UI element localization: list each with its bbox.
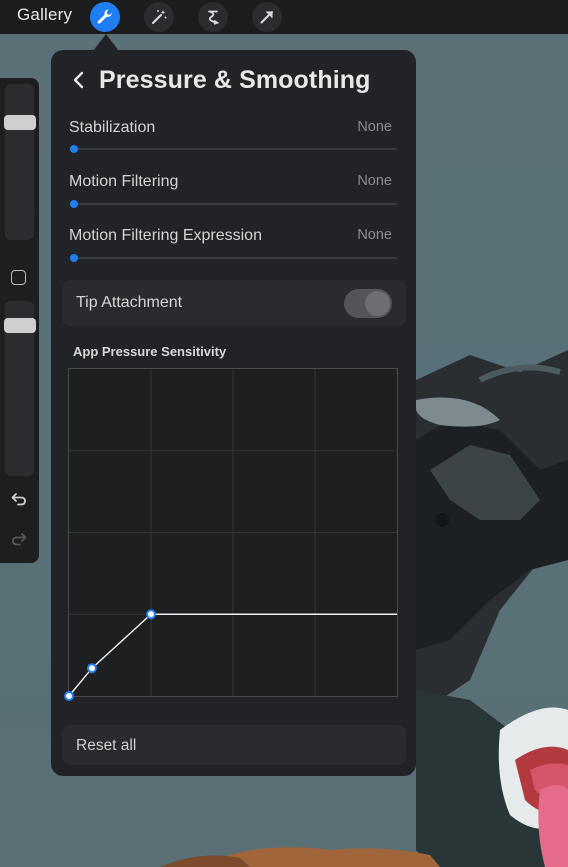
motion-filtering-slider[interactable] [70,203,397,205]
motion-filtering-expression-value: None [357,227,392,243]
stabilization-slider[interactable] [70,148,397,150]
wrench-icon [97,9,112,24]
opacity-thumb[interactable] [4,318,36,333]
curve-control-point[interactable] [64,691,74,701]
tip-attachment-toggle[interactable] [344,289,392,318]
top-toolbar: Gallery [0,0,568,34]
stabilization-label: Stabilization [69,119,156,136]
toggle-knob [365,291,390,316]
tip-attachment-row: Tip Attachment [62,280,406,326]
brush-size-slider[interactable] [4,84,36,240]
redo-icon[interactable] [9,529,29,549]
brush-size-thumb[interactable] [4,115,36,130]
motion-filtering-slider-knob[interactable] [70,200,78,208]
tip-attachment-label: Tip Attachment [76,294,183,311]
adjustments-button[interactable] [144,2,174,32]
undo-icon[interactable] [9,489,29,509]
back-chevron-icon[interactable] [71,70,87,90]
reset-all-button[interactable]: Reset all [62,725,406,765]
selection-icon [208,10,220,25]
pressure-curve-graph[interactable] [64,368,399,701]
pressure-sensitivity-label: App Pressure Sensitivity [73,344,227,359]
pressure-smoothing-panel: Pressure & Smoothing Stabilization None … [51,50,416,776]
motion-filtering-expression-slider-knob[interactable] [70,254,78,262]
curve-control-point[interactable] [146,609,156,620]
selection-button[interactable] [198,2,228,32]
gallery-button[interactable]: Gallery [17,5,72,25]
reset-all-label: Reset all [76,737,137,754]
motion-filtering-expression-slider[interactable] [70,257,397,259]
motion-filtering-expression-label: Motion Filtering Expression [69,227,262,244]
stabilization-value: None [357,119,392,135]
opacity-slider[interactable] [4,301,36,476]
transform-arrow-icon [260,11,273,24]
pressure-curve-svg[interactable] [64,369,399,701]
motion-filtering-value: None [357,173,392,189]
page-title: Pressure & Smoothing [99,66,371,94]
side-toolbar [0,78,39,563]
transform-button[interactable] [252,2,282,32]
popover-caret [93,34,119,51]
magic-wand-icon [151,10,167,25]
stabilization-slider-knob[interactable] [70,145,78,153]
modify-button[interactable] [11,270,26,285]
motion-filtering-label: Motion Filtering [69,173,179,190]
actions-button[interactable] [90,2,120,32]
curve-control-point[interactable] [86,663,97,674]
